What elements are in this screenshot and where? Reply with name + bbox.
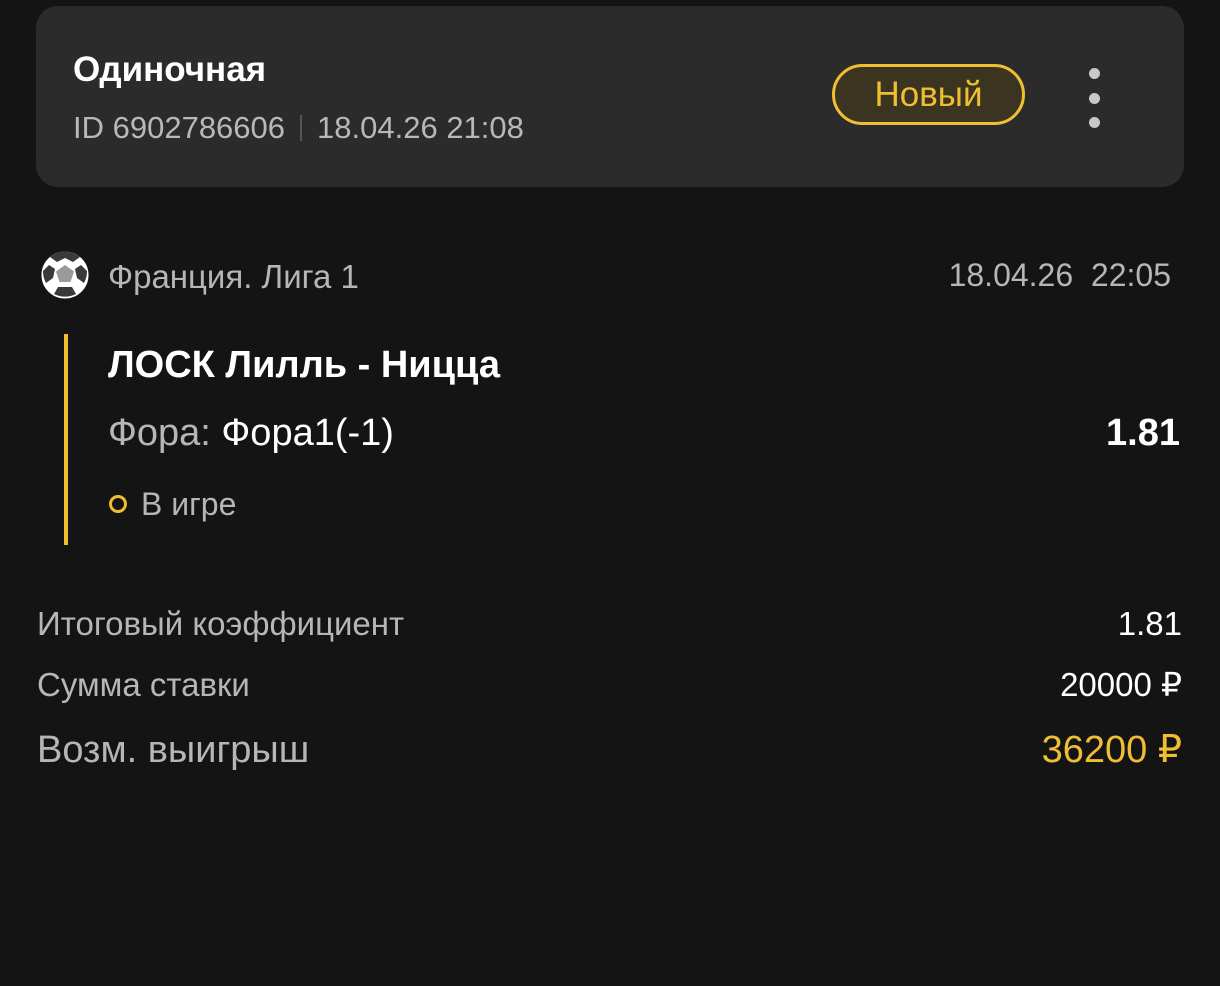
more-dot-icon [1088,68,1100,79]
bet-header-card: Одиночная ID 6902786606 18.04.26 21:08 Но… [36,6,1184,187]
selection-accent-bar [64,334,68,545]
total-odd-value: 1.81 [1117,605,1182,642]
bet-meta: ID 6902786606 18.04.26 21:08 [73,112,524,143]
match-title[interactable]: ЛОСК Лилль - Ницца [108,346,500,384]
selection-status-text: В игре [141,486,237,522]
bet-id: ID 6902786606 [73,110,286,145]
more-options-button[interactable] [1076,68,1112,128]
stake-label: Сумма ставки [37,666,250,703]
bet-datetime: 18.04.26 21:08 [317,110,524,145]
in-play-ring-icon [109,495,127,513]
market-value: Фора1(-1) [221,412,394,454]
stake-value: 20000 ₽ [1060,666,1182,703]
selection-odd: 1.81 [1106,412,1180,454]
event-datetime: 18.04.26 22:05 [948,257,1171,293]
meta-divider [300,115,303,141]
potential-win-value: 36200 ₽ [1041,729,1182,771]
potential-win-label: Возм. выигрыш [37,729,310,771]
more-dot-icon [1088,117,1100,128]
selection-status: В игре [108,488,236,520]
status-badge: Новый [832,64,1025,125]
soccer-ball-icon [40,250,90,300]
market-line: Фора: Фора1(-1) [108,414,394,452]
more-dot-icon [1088,92,1100,104]
market-label: Фора: [108,412,211,454]
league-name: Франция. Лига 1 [108,258,359,295]
bet-type-title: Одиночная [73,50,267,89]
total-odd-label: Итоговый коэффициент [37,605,405,642]
